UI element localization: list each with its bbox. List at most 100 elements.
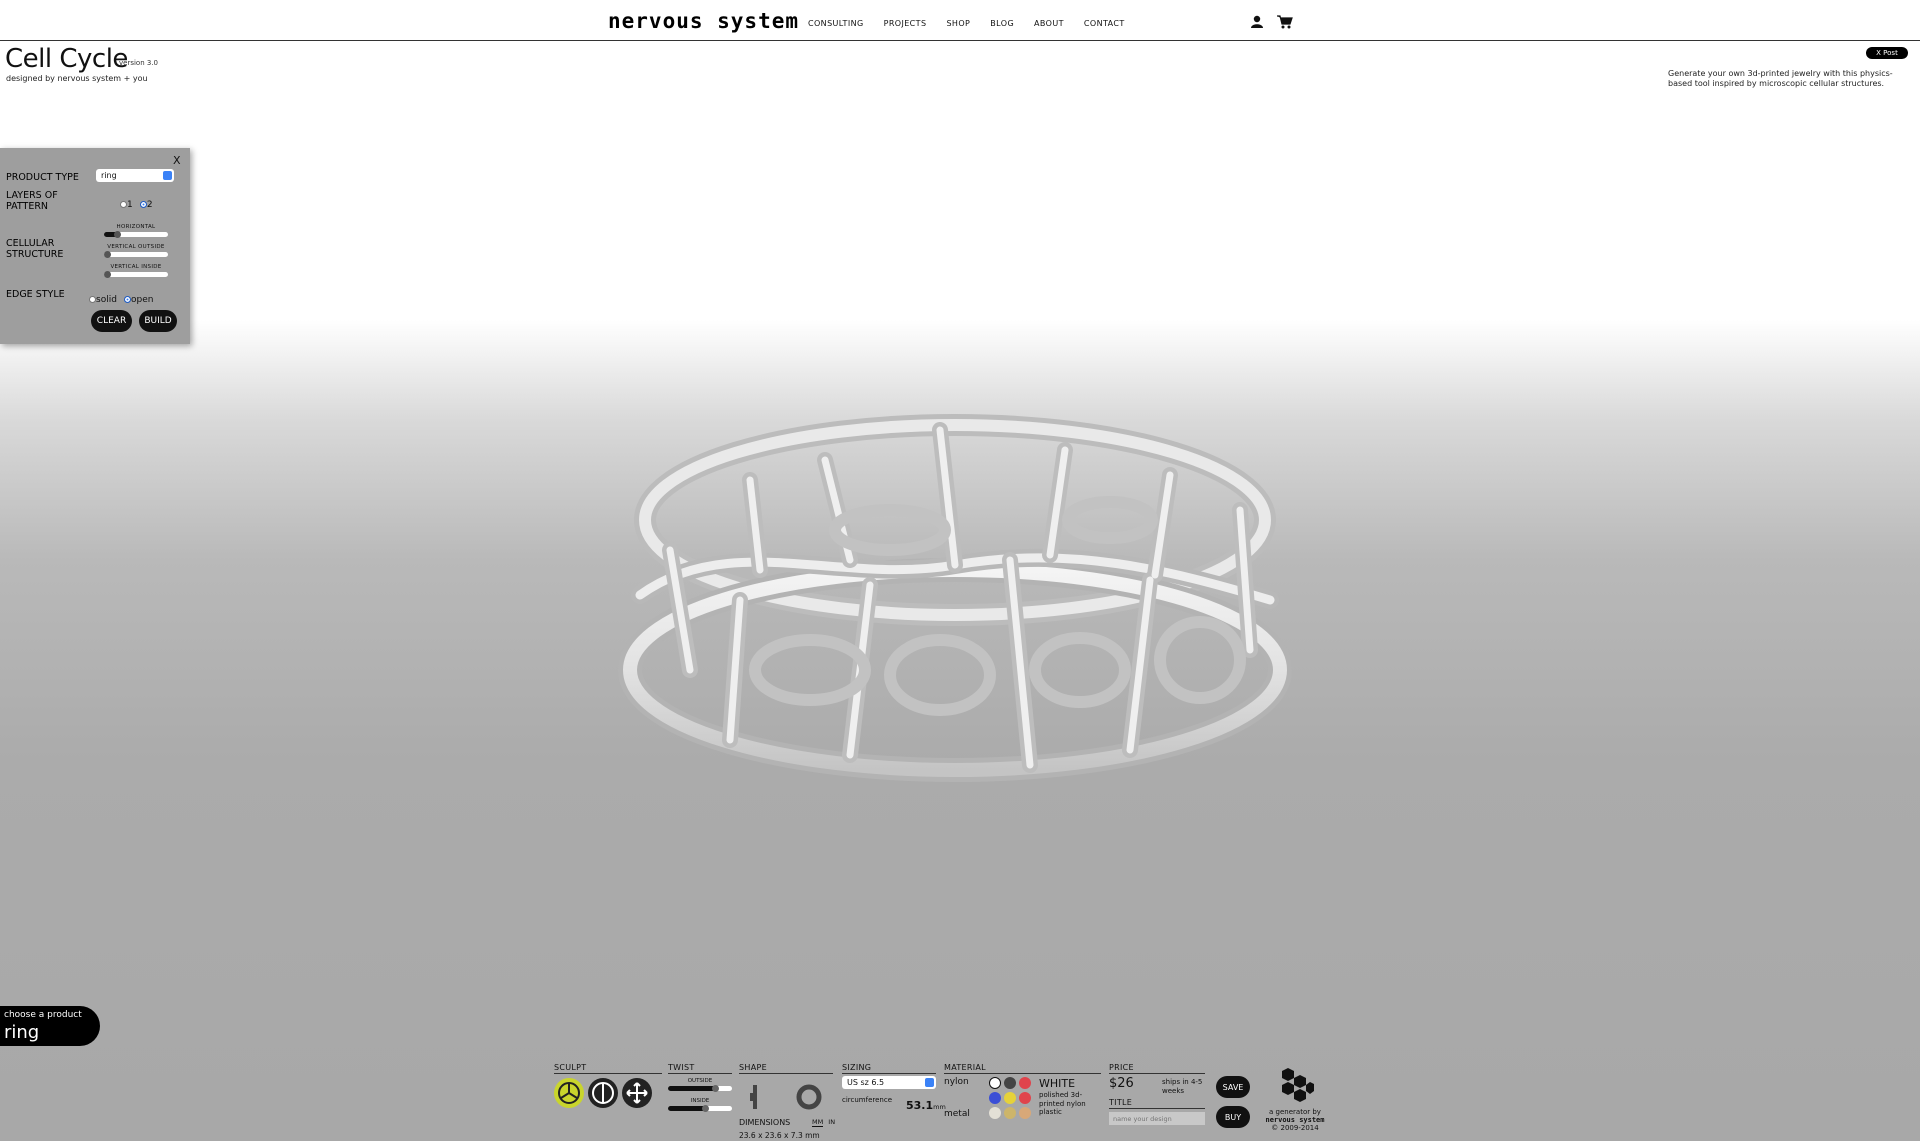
- save-button[interactable]: SAVE: [1216, 1076, 1250, 1098]
- swatch-blue[interactable]: [989, 1092, 1001, 1104]
- app-byline: designed by nervous system + you: [6, 74, 148, 83]
- twist-outside-slider[interactable]: [668, 1085, 732, 1092]
- twist-outside-label: OUTSIDE: [687, 1078, 713, 1084]
- swatch-white[interactable]: [989, 1077, 1001, 1089]
- sculpt-icon[interactable]: [554, 1078, 584, 1108]
- design-title-label: TITLE: [1109, 1098, 1205, 1109]
- material-metal-label: metal: [944, 1109, 970, 1119]
- circumference-label: circumference: [842, 1096, 893, 1104]
- size-select[interactable]: US sz 6.5: [842, 1076, 936, 1089]
- edge-option-open: open: [131, 294, 154, 305]
- vertical-inside-slider[interactable]: [104, 271, 168, 278]
- sculpt-title: SCULPT: [554, 1063, 662, 1074]
- credit-line-2[interactable]: nervous system: [1257, 1116, 1333, 1124]
- chevron-down-icon: [925, 1078, 934, 1087]
- design-name-input[interactable]: [1109, 1112, 1205, 1125]
- ring-3d-preview[interactable]: [610, 370, 1300, 830]
- close-panel-button[interactable]: X: [173, 154, 181, 167]
- circumference-value: 53.1: [906, 1099, 934, 1112]
- unit-mm[interactable]: MM: [812, 1118, 824, 1127]
- price-title: PRICE: [1109, 1063, 1205, 1074]
- product-chooser[interactable]: choose a product ring: [0, 1006, 100, 1046]
- material-selected-desc: polished 3d-printed nylon plastic: [1039, 1091, 1086, 1116]
- material-nylon-label: nylon: [944, 1077, 969, 1087]
- material-title: MATERIAL: [944, 1063, 1101, 1074]
- edge-radio-solid[interactable]: [89, 296, 96, 303]
- cellular-structure-label: CELLULAR STRUCTURE: [6, 238, 64, 260]
- product-chooser-label: choose a product: [4, 1010, 82, 1020]
- site-logo[interactable]: nervous system: [608, 9, 799, 33]
- ships-info: ships in 4-5 weeks: [1162, 1078, 1203, 1095]
- twist-inside-fill: [668, 1106, 706, 1111]
- swatch-bronze[interactable]: [1019, 1107, 1031, 1119]
- sizing-title: SIZING: [842, 1063, 936, 1074]
- ring-top-view-icon[interactable]: [796, 1084, 822, 1110]
- swatch-red[interactable]: [1019, 1077, 1031, 1089]
- credit-line-3: © 2009-2014: [1271, 1124, 1319, 1132]
- top-navigation-bar: nervous system CONSULTING PROJECTS SHOP …: [0, 0, 1920, 41]
- clear-button[interactable]: CLEAR: [91, 310, 132, 332]
- product-chooser-value: ring: [4, 1022, 40, 1043]
- product-type-label: PRODUCT TYPE: [6, 172, 79, 183]
- layers-option-1: 1: [127, 199, 133, 210]
- credit-line-1: a generator by: [1269, 1108, 1321, 1116]
- main-nav: CONSULTING PROJECTS SHOP BLOG ABOUT CONT…: [808, 19, 1125, 28]
- nervous-system-logo-icon: [1282, 1068, 1314, 1102]
- app-version: version 3.0: [119, 59, 158, 67]
- layers-radio-1[interactable]: [120, 201, 127, 208]
- ring-profile-icon[interactable]: [748, 1084, 762, 1110]
- nav-shop[interactable]: SHOP: [946, 19, 970, 28]
- nav-blog[interactable]: BLOG: [990, 19, 1014, 28]
- unit-in[interactable]: IN: [828, 1118, 835, 1126]
- layers-radio-group: 1 2: [120, 194, 155, 213]
- layers-radio-2[interactable]: [139, 201, 147, 208]
- product-type-value: ring: [101, 171, 117, 180]
- twist-outside-knob[interactable]: [712, 1085, 719, 1092]
- circumference: 53.1mm: [906, 1094, 946, 1113]
- twist-outside-fill: [668, 1086, 716, 1091]
- vertical-outside-slider-label: VERTICAL OUTSIDE: [107, 244, 165, 250]
- bottom-toolbar: SCULPT TWIST OUTSIDE INSIDE SHAPE DIMENS…: [552, 1058, 1332, 1141]
- swatch-black[interactable]: [1004, 1077, 1016, 1089]
- nav-about[interactable]: ABOUT: [1034, 19, 1064, 28]
- nav-consulting[interactable]: CONSULTING: [808, 19, 864, 28]
- dimensions-label: DIMENSIONS: [739, 1118, 791, 1127]
- nav-contact[interactable]: CONTACT: [1084, 19, 1125, 28]
- chevron-down-icon: [163, 171, 172, 180]
- x-post-button[interactable]: X Post: [1866, 47, 1908, 59]
- user-icon[interactable]: [1250, 15, 1264, 29]
- app-title: Cell Cycle: [5, 44, 128, 74]
- credit: a generator by nervous system © 2009-201…: [1257, 1108, 1333, 1132]
- layers-option-2: 2: [146, 199, 153, 210]
- horizontal-slider[interactable]: [104, 231, 168, 238]
- twist-title: TWIST: [668, 1063, 732, 1074]
- twist-inside-slider[interactable]: [668, 1105, 732, 1112]
- price-value: $26: [1109, 1076, 1134, 1091]
- vertical-inside-slider-label: VERTICAL INSIDE: [110, 264, 162, 270]
- pinch-icon[interactable]: [588, 1078, 618, 1108]
- shape-title: SHAPE: [739, 1063, 833, 1074]
- vertical-outside-slider[interactable]: [104, 251, 168, 258]
- horizontal-slider-knob[interactable]: [114, 231, 121, 238]
- nav-projects[interactable]: PROJECTS: [884, 19, 927, 28]
- product-type-select[interactable]: ring: [96, 169, 174, 182]
- units-toggle: MM IN: [812, 1118, 835, 1127]
- material-selected-name: WHITE: [1039, 1077, 1076, 1090]
- build-button[interactable]: BUILD: [139, 310, 177, 332]
- horizontal-slider-label: HORIZONTAL: [116, 224, 156, 230]
- swatch-gold[interactable]: [1004, 1107, 1016, 1119]
- edge-radio-open[interactable]: [124, 296, 132, 303]
- swatch-pink[interactable]: [1019, 1092, 1031, 1104]
- dimensions-value: 23.6 x 23.6 x 7.3 mm: [739, 1131, 820, 1140]
- buy-button[interactable]: BUY: [1216, 1106, 1250, 1128]
- vertical-outside-slider-knob[interactable]: [104, 251, 111, 258]
- move-icon[interactable]: [622, 1078, 652, 1108]
- swatch-yellow[interactable]: [1004, 1092, 1016, 1104]
- twist-inside-label: INSIDE: [690, 1098, 710, 1104]
- cart-icon[interactable]: [1277, 15, 1293, 29]
- edge-option-solid: solid: [96, 294, 117, 305]
- vertical-inside-slider-knob[interactable]: [104, 271, 111, 278]
- design-panel: X PRODUCT TYPE ring LAYERS OF PATTERN 1 …: [0, 148, 190, 344]
- swatch-silver[interactable]: [989, 1107, 1001, 1119]
- twist-inside-knob[interactable]: [702, 1105, 709, 1112]
